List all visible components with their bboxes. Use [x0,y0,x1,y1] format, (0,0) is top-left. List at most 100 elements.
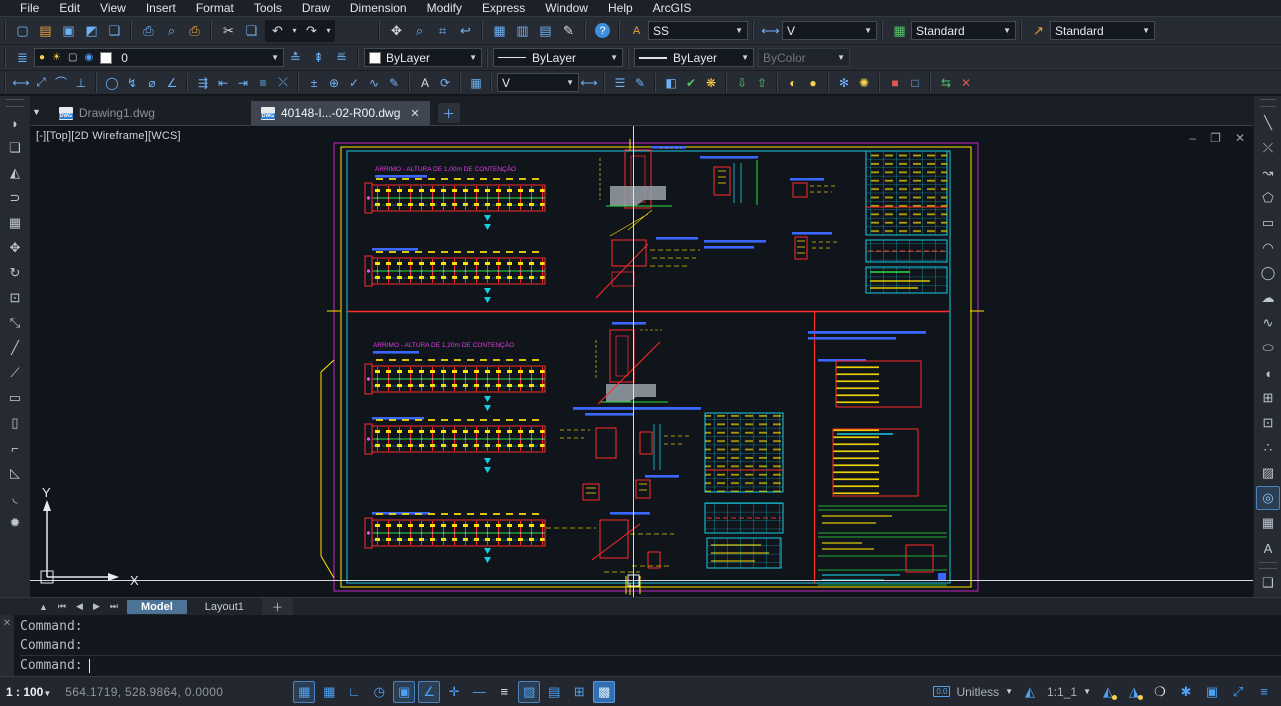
annotation-scale-value[interactable]: 1:1_1 [1047,685,1077,699]
linetype-combo[interactable]: ByLayer▼ [493,48,623,67]
make-block-button[interactable]: ⊡ [1256,411,1280,435]
extend-button[interactable]: ⟋ [3,361,27,385]
arc-button[interactable]: ◠ [1256,236,1280,260]
toolbar-grip[interactable] [1260,99,1276,107]
polygon-button[interactable]: ⬠ [1256,186,1280,210]
break-button[interactable]: ▯ [3,411,27,435]
bring-to-front-button[interactable]: ❑ [1256,571,1280,595]
dim-linear-button[interactable]: ⟷ [11,72,31,94]
menu-window[interactable]: Window [535,1,598,15]
dim-update-button-2[interactable]: ⟷ [579,72,599,94]
tolerance-button[interactable]: ± [304,72,324,94]
make-object-layer-current-button[interactable]: ≛ [284,47,307,69]
table-style-icon[interactable]: ▦ [888,20,911,42]
annotation-visibility-button[interactable]: ◭ [1097,681,1119,703]
layer-on-button[interactable]: ● [803,72,823,94]
menu-format[interactable]: Format [186,1,244,15]
layer-lock-button[interactable]: ■ [885,72,905,94]
rectangle-button[interactable]: ▭ [1256,211,1280,235]
construction-line-button[interactable]: ⤫ [1256,136,1280,160]
copy-tool-button[interactable]: ❏ [3,136,27,160]
dim-style-combo-2[interactable]: V▼ [497,73,579,92]
lineweight-display-toggle[interactable]: ≡ [493,681,515,703]
drawing-canvas[interactable]: ARRIMO - ALTURA DE 1,00m DE CONTENÇÃO AR… [30,126,1253,597]
zoom-realtime-button[interactable]: ⌕ [408,20,431,42]
chevron-down-icon[interactable]: ▼ [1005,687,1013,696]
transparency-toggle[interactable]: ▨ [518,681,540,703]
layer-delete-button[interactable]: ✕ [956,72,976,94]
layer-combo[interactable]: ● ☀ ▢ ◉ 0 ▼ [34,48,284,67]
sheetset-button[interactable]: ▥ [511,20,534,42]
layer-merge-button[interactable]: ⇆ [936,72,956,94]
quick-properties-toggle[interactable]: ▤ [543,681,565,703]
chamfer-button[interactable]: ◺ [3,461,27,485]
plot-button[interactable]: ⎙ [183,20,206,42]
menu-tools[interactable]: Tools [244,1,292,15]
dim-ordinate-button[interactable]: ⊥ [71,72,91,94]
line-button[interactable]: ╲ [1256,111,1280,135]
explode-button[interactable]: ✹ [3,511,27,535]
print-button[interactable]: ⎙ [137,20,160,42]
next-tab-icon[interactable]: ▶ [88,601,105,612]
dim-edit-button[interactable]: ✎ [384,72,404,94]
mleader-style-icon[interactable]: ↗ [1027,20,1050,42]
dim-baseline-button[interactable]: ⇤ [213,72,233,94]
tab-overflow-icon[interactable]: ▼ [28,107,49,125]
dim-text-edit-button[interactable]: A [415,72,435,94]
units-indicator[interactable]: Unitless [956,685,999,699]
toolbar-grip[interactable] [6,99,24,107]
zoom-previous-button[interactable]: ↩ [454,20,477,42]
menu-express[interactable]: Express [472,1,535,15]
lineweight-combo[interactable]: ByLayer▼ [634,48,754,67]
print-preview-button[interactable]: ⌕ [160,20,183,42]
scale-button[interactable]: ⊡ [3,286,27,310]
lineweight-toggle[interactable]: ― [468,681,490,703]
erase-button[interactable]: ◗ [3,111,27,135]
undo-dropdown[interactable]: ▾ [289,20,300,42]
coordinates-readout[interactable]: 564.1719, 528.9864, 0.0000 [65,685,223,699]
layer-match-current-button[interactable]: ✔ [681,72,701,94]
rotate-button[interactable]: ↻ [3,261,27,285]
viewport-scale-indicator[interactable]: 1 : 100▼ [6,685,51,699]
trim-button[interactable]: ╱ [3,336,27,360]
change-to-current-layer-button[interactable]: ❋ [701,72,721,94]
clean-screen-button[interactable]: ⤢ [1227,681,1249,703]
copy-objects-to-layer-button[interactable]: ⇩ [732,72,752,94]
dim-jog-line-button[interactable]: ∿ [364,72,384,94]
auto-annotation-scale-button[interactable]: ◮ [1123,681,1145,703]
insert-block-button[interactable]: ⊞ [1256,386,1280,410]
menu-view[interactable]: View [90,1,136,15]
dim-arc-length-button[interactable]: ⌒ [51,72,71,94]
color-combo[interactable]: ByLayer▼ [364,48,482,67]
fillet-button[interactable]: ◟ [3,486,27,510]
chevron-down-icon[interactable]: ▼ [1083,687,1091,696]
layer-off-button[interactable]: ◐ [783,72,803,94]
redo-button[interactable]: ↷ [300,20,323,42]
add-layout-tab[interactable]: ＋ [262,598,293,616]
save-as-button[interactable]: ◩ [80,20,103,42]
viewport-controls-label[interactable]: [-][Top][2D Wireframe][WCS] [36,130,181,142]
dim-style-combo[interactable]: V▼ [782,21,877,40]
text-style-combo[interactable]: SS▼ [648,21,748,40]
undo-button[interactable]: ↶ [266,20,289,42]
restore-icon[interactable]: ❐ [1210,131,1221,145]
menu-help[interactable]: Help [598,1,643,15]
layer-properties-button[interactable]: ≣ [11,47,34,69]
dim-diameter-button[interactable]: ⌀ [142,72,162,94]
quick-dimension-button[interactable]: ⇶ [193,72,213,94]
annotation-monitor-toggle[interactable]: ▩ [593,681,615,703]
text-style-icon[interactable]: A [625,20,648,42]
layout1-tab[interactable]: Layout1 [191,600,258,614]
menu-modify[interactable]: Modify [417,1,472,15]
first-tab-icon[interactable]: ⏮ [53,601,71,612]
menu-edit[interactable]: Edit [49,1,90,15]
settings-gear-button[interactable]: ✱ [1175,681,1197,703]
hatch-button[interactable]: ▨ [1256,461,1280,485]
layer-isolate-button[interactable]: ⇧ [752,72,772,94]
layer-unlock-button[interactable]: □ [905,72,925,94]
cut-button[interactable]: ✂ [217,20,240,42]
table-button[interactable]: ▦ [1256,511,1280,535]
mirror-button[interactable]: ◭ [3,161,27,185]
revision-cloud-button[interactable]: ☁ [1256,286,1280,310]
publish-button[interactable]: ✎ [557,20,580,42]
